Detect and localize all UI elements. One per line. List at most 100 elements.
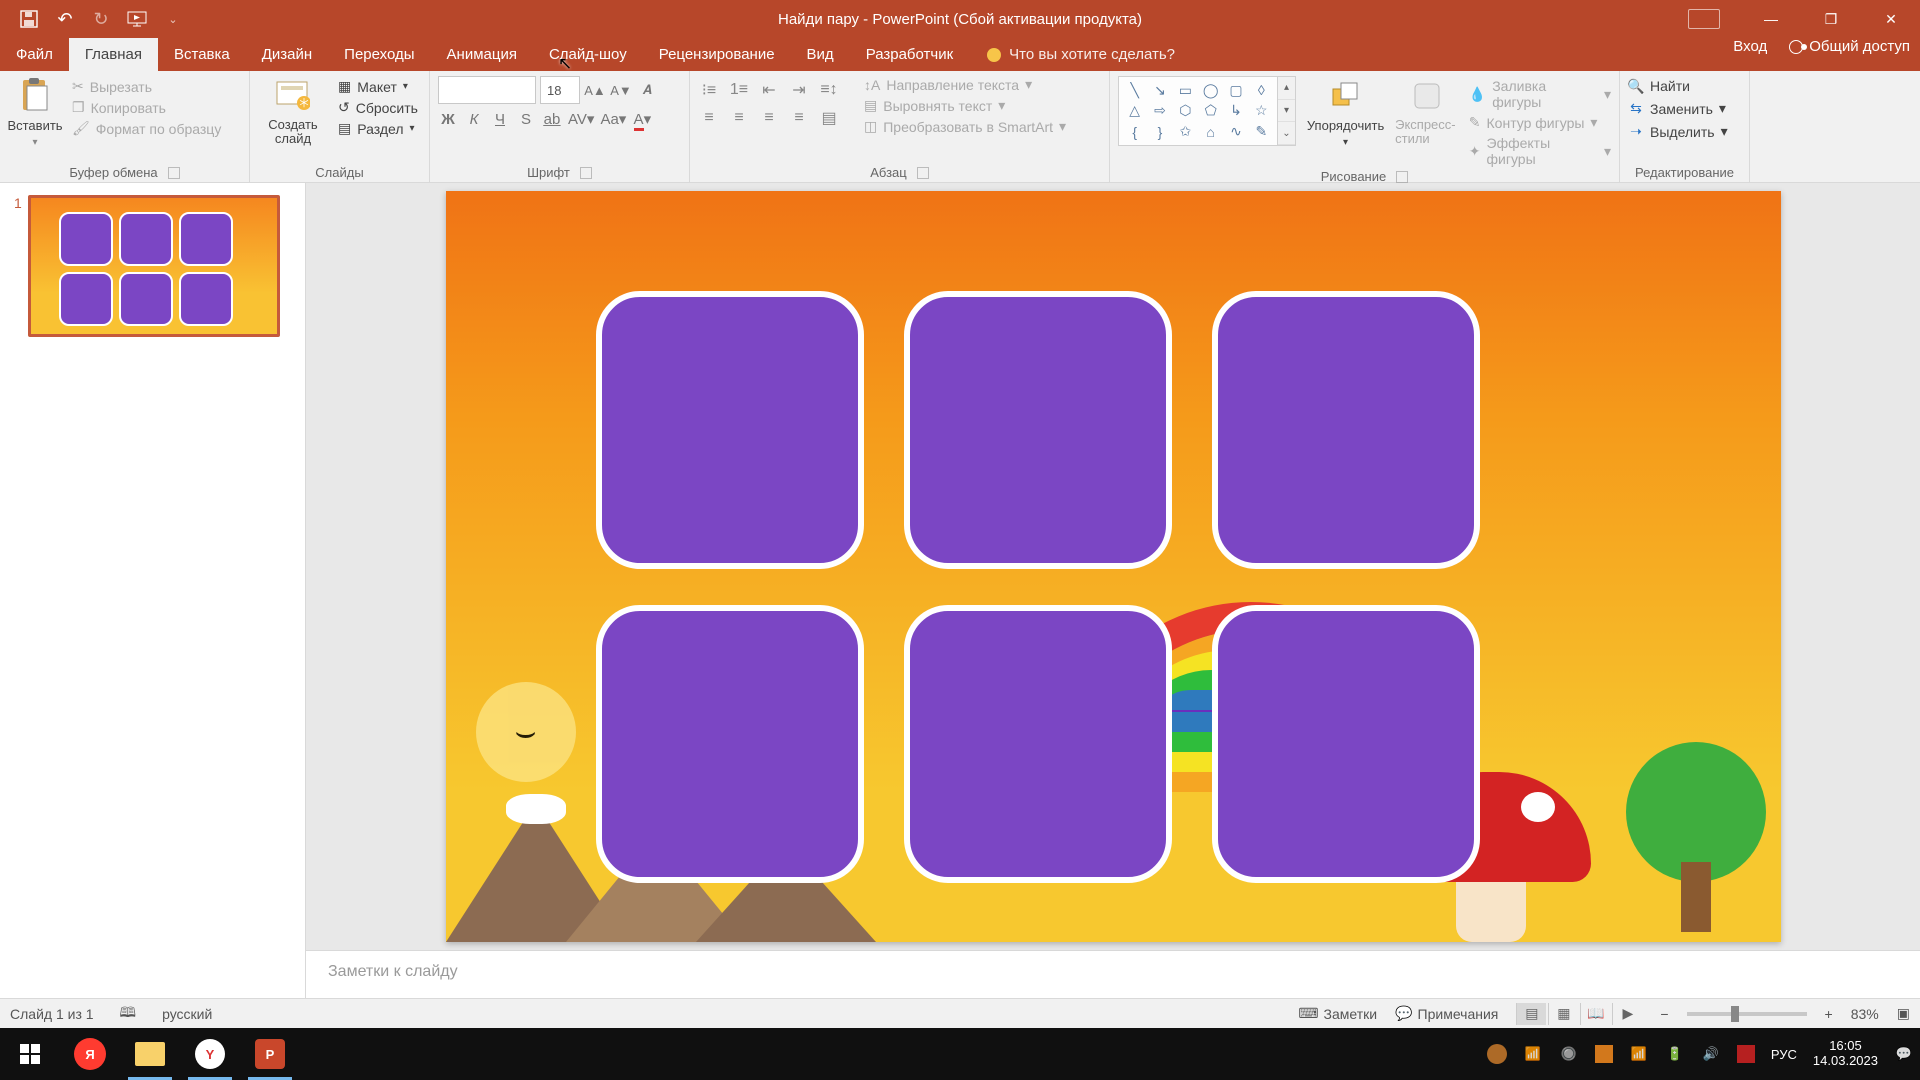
spellcheck-button[interactable]: 🕮 bbox=[120, 1002, 137, 1026]
section-button[interactable]: ▤Раздел▾ bbox=[338, 120, 418, 137]
tab-home[interactable]: Главная bbox=[69, 38, 158, 71]
shape-freeform-icon[interactable]: ∿ bbox=[1224, 122, 1247, 141]
action-center-icon[interactable]: 💬 bbox=[1894, 1044, 1914, 1064]
tray-security-icon[interactable] bbox=[1737, 1045, 1755, 1063]
shape-scribble-icon[interactable]: ✎ bbox=[1250, 122, 1273, 141]
dialog-launcher-icon[interactable] bbox=[580, 167, 592, 179]
numbering-button[interactable]: 1≡ bbox=[728, 80, 750, 100]
shape-brace-icon[interactable]: { bbox=[1123, 122, 1146, 141]
undo-icon[interactable]: ↶ bbox=[54, 8, 76, 30]
taskbar-powerpoint[interactable]: P bbox=[240, 1028, 300, 1080]
tray-clock[interactable]: 16:05 14.03.2023 bbox=[1813, 1039, 1878, 1069]
memory-card[interactable] bbox=[1212, 605, 1480, 883]
shape-rect-icon[interactable]: ▭ bbox=[1174, 81, 1197, 100]
memory-card[interactable] bbox=[1212, 291, 1480, 569]
memory-card[interactable] bbox=[596, 291, 864, 569]
tab-review[interactable]: Рецензирование bbox=[643, 38, 791, 71]
reset-button[interactable]: ↺Сбросить bbox=[338, 99, 418, 116]
shapes-gallery[interactable]: ╲ ↘ ▭ ◯ ▢ ◊ △ ⇨ ⬡ ⬠ ↳ ☆ { } ✩ ⌂ ∿ bbox=[1118, 76, 1278, 146]
tab-animation[interactable]: Анимация bbox=[431, 38, 533, 71]
minimize-button[interactable]: — bbox=[1742, 0, 1800, 38]
layout-button[interactable]: ▦Макет▾ bbox=[338, 78, 418, 95]
change-case-button[interactable]: Aa▾ bbox=[600, 110, 626, 128]
taskbar-explorer[interactable] bbox=[120, 1028, 180, 1080]
memory-card[interactable] bbox=[596, 605, 864, 883]
shape-callout-icon[interactable]: ✩ bbox=[1174, 122, 1197, 141]
shape-connector-icon[interactable]: ↳ bbox=[1224, 102, 1247, 121]
slideshow-view-button[interactable]: ▶ bbox=[1612, 1003, 1642, 1025]
columns-button[interactable]: ▤ bbox=[818, 108, 840, 128]
select-button[interactable]: ➝Выделить▾ bbox=[1628, 123, 1728, 140]
shape-roundrect-icon[interactable]: ▢ bbox=[1224, 81, 1247, 100]
redo-icon[interactable]: ↻ bbox=[90, 8, 112, 30]
shape-pent-icon[interactable]: ⬠ bbox=[1199, 102, 1222, 121]
start-from-beginning-icon[interactable] bbox=[126, 8, 148, 30]
tab-developer[interactable]: Разработчик bbox=[850, 38, 969, 71]
qat-customize-icon[interactable]: ⌄ bbox=[162, 8, 184, 30]
line-spacing-button[interactable]: ≡↕ bbox=[818, 80, 840, 100]
sign-in-link[interactable]: Вход bbox=[1733, 38, 1767, 55]
slide-canvas[interactable]: ⌣ bbox=[446, 191, 1781, 942]
increase-font-icon[interactable]: A▲ bbox=[584, 79, 606, 101]
shape-rrect2-icon[interactable]: ◊ bbox=[1250, 81, 1273, 100]
close-button[interactable]: ✕ bbox=[1862, 0, 1920, 38]
shape-fill-button[interactable]: 💧Заливка фигуры▾ bbox=[1469, 78, 1611, 110]
tray-wifi-icon[interactable]: 📶 bbox=[1523, 1044, 1543, 1064]
slide-thumbnail-panel[interactable]: 1 bbox=[0, 183, 306, 998]
start-button[interactable] bbox=[0, 1028, 60, 1080]
format-painter-button[interactable]: 🖌Формат по образцу bbox=[72, 120, 221, 137]
find-button[interactable]: 🔍Найти bbox=[1628, 78, 1728, 94]
clear-formatting-icon[interactable]: 𝑨 bbox=[636, 79, 658, 101]
tray-app-icon[interactable] bbox=[1487, 1044, 1507, 1064]
replace-button[interactable]: ⇆Заменить▾ bbox=[1628, 100, 1728, 117]
tray-language[interactable]: РУС bbox=[1771, 1047, 1797, 1062]
tray-bluetooth-icon[interactable]: 🔘 bbox=[1559, 1044, 1579, 1064]
tray-volume-icon[interactable]: 🔊 bbox=[1701, 1044, 1721, 1064]
tab-transitions[interactable]: Переходы bbox=[328, 38, 430, 71]
normal-view-button[interactable]: ▤ bbox=[1516, 1003, 1546, 1025]
fit-to-window-button[interactable]: ▣ bbox=[1897, 1005, 1910, 1022]
font-size-input[interactable] bbox=[540, 76, 580, 104]
increase-indent-button[interactable]: ⇥ bbox=[788, 80, 810, 100]
tell-me-search[interactable]: Что вы хотите сделать? bbox=[969, 38, 1175, 71]
memory-card[interactable] bbox=[904, 291, 1172, 569]
dialog-launcher-icon[interactable] bbox=[1396, 171, 1408, 183]
tab-file[interactable]: Файл bbox=[0, 38, 69, 71]
bold-button[interactable]: Ж bbox=[438, 111, 458, 128]
align-right-button[interactable]: ≡ bbox=[758, 108, 780, 128]
slide-canvas-area[interactable]: ⌣ bbox=[306, 183, 1920, 950]
taskbar-browser[interactable]: Y bbox=[180, 1028, 240, 1080]
align-text-button[interactable]: ▤Выровнять текст▾ bbox=[864, 97, 1066, 114]
justify-button[interactable]: ≡ bbox=[788, 108, 810, 128]
align-center-button[interactable]: ≡ bbox=[728, 108, 750, 128]
font-color-button[interactable]: A▾ bbox=[632, 110, 652, 128]
slide-counter[interactable]: Слайд 1 из 1 bbox=[10, 1006, 94, 1022]
shape-outline-button[interactable]: ✎Контур фигуры▾ bbox=[1469, 114, 1611, 131]
zoom-in-button[interactable]: + bbox=[1825, 1006, 1833, 1022]
shape-brace2-icon[interactable]: } bbox=[1148, 122, 1171, 141]
bullets-button[interactable]: ⁝≡ bbox=[698, 80, 720, 100]
comments-toggle[interactable]: 💬Примечания bbox=[1395, 1005, 1498, 1022]
arrange-button[interactable]: Упорядочить▾ bbox=[1306, 76, 1385, 167]
text-direction-button[interactable]: ↕AНаправление текста▾ bbox=[864, 76, 1066, 93]
decrease-font-icon[interactable]: A▼ bbox=[610, 79, 632, 101]
shape-arrow-icon[interactable]: ↘ bbox=[1148, 81, 1171, 100]
tab-view[interactable]: Вид bbox=[791, 38, 850, 71]
taskbar-yandex[interactable]: Я bbox=[60, 1028, 120, 1080]
slide-thumbnail-1[interactable] bbox=[28, 195, 280, 337]
tray-battery-icon[interactable]: 🔋 bbox=[1665, 1044, 1685, 1064]
zoom-slider[interactable] bbox=[1687, 1012, 1807, 1016]
shape-star-icon[interactable]: ☆ bbox=[1250, 102, 1273, 121]
save-icon[interactable] bbox=[18, 8, 40, 30]
tab-insert[interactable]: Вставка bbox=[158, 38, 246, 71]
paste-button[interactable]: Вставить ▾ bbox=[8, 76, 62, 163]
shape-hex-icon[interactable]: ⬡ bbox=[1174, 102, 1197, 121]
font-family-input[interactable] bbox=[438, 76, 536, 104]
cut-button[interactable]: ✂Вырезать bbox=[72, 78, 221, 95]
shape-rarrow-icon[interactable]: ⇨ bbox=[1148, 102, 1171, 121]
zoom-level[interactable]: 83% bbox=[1851, 1006, 1879, 1022]
underline-button[interactable]: Ч bbox=[490, 111, 510, 128]
new-slide-button[interactable]: ＊ Создать слайд bbox=[258, 76, 328, 163]
shapes-scroll[interactable]: ▴▾⌄ bbox=[1278, 76, 1296, 146]
shape-ellipse-icon[interactable]: ◯ bbox=[1199, 81, 1222, 100]
